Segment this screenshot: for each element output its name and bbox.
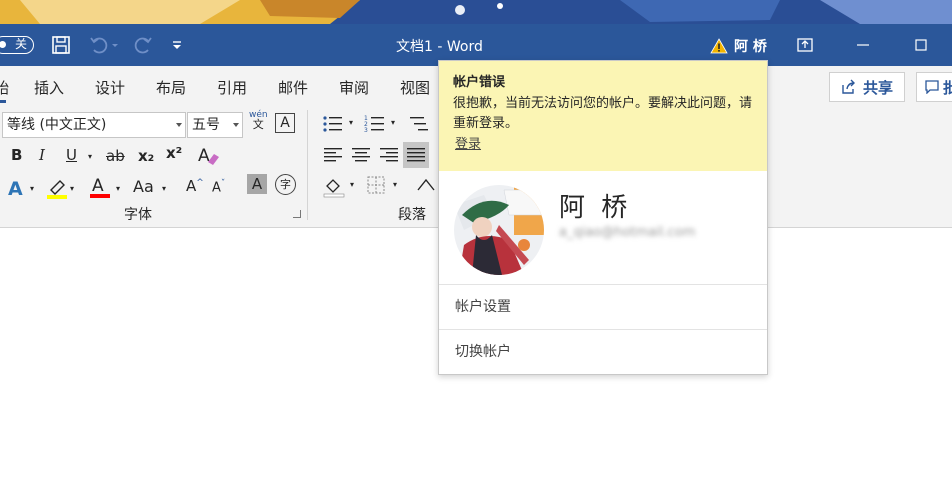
switch-account-item[interactable]: 切换帐户 xyxy=(439,330,767,375)
tab-view[interactable]: 视图 xyxy=(400,77,430,98)
comment-icon xyxy=(925,80,939,94)
phonetic-guide-bottom: 文 xyxy=(252,118,264,131)
subscript-button[interactable]: x₂ xyxy=(138,147,154,165)
chevron-down-icon xyxy=(176,123,182,127)
ribbon-display-icon[interactable] xyxy=(794,34,816,56)
avatar xyxy=(454,185,544,275)
grow-font-label: A xyxy=(186,177,197,195)
font-name-value: 等线 (中文正文) xyxy=(7,117,107,133)
tab-layout[interactable]: 布局 xyxy=(156,77,186,98)
svg-text:A: A xyxy=(198,146,210,166)
account-error-panel: 帐户错误 很抱歉，当前无法访问您的帐户。要解决此问题，请重新登录。 登录 xyxy=(439,61,767,171)
shading-icon[interactable] xyxy=(322,174,346,198)
grow-font-button[interactable]: A^ xyxy=(186,177,204,195)
group-divider xyxy=(307,110,308,220)
italic-button[interactable]: I xyxy=(39,146,45,164)
warning-icon xyxy=(710,38,728,54)
font-size-value: 五号 xyxy=(192,117,220,133)
chinese-layout-icon[interactable] xyxy=(416,174,436,194)
multilevel-list-icon[interactable] xyxy=(408,114,430,134)
bold-button[interactable]: B xyxy=(11,146,22,164)
chevron-down-icon[interactable]: ▾ xyxy=(391,118,395,127)
font-name-combobox[interactable]: 等线 (中文正文) xyxy=(2,112,186,138)
tab-home[interactable]: 始 xyxy=(0,77,9,98)
toggle-knob xyxy=(0,41,6,48)
justify-icon[interactable] xyxy=(405,145,427,165)
active-tab-indicator xyxy=(0,100,6,103)
align-center-icon[interactable] xyxy=(350,145,372,165)
tab-review[interactable]: 审阅 xyxy=(339,77,369,98)
undo-icon[interactable] xyxy=(88,34,110,56)
tab-design[interactable]: 设计 xyxy=(95,77,125,98)
minimize-icon[interactable] xyxy=(852,34,874,56)
title-bar-background-art xyxy=(0,0,952,24)
sign-in-link[interactable]: 登录 xyxy=(455,133,481,152)
share-icon xyxy=(842,79,855,94)
enclose-characters-button[interactable]: 字 xyxy=(275,174,296,195)
chevron-down-icon[interactable]: ▾ xyxy=(350,180,354,189)
tab-mailings[interactable]: 邮件 xyxy=(278,77,308,98)
share-label: 共享 xyxy=(862,78,893,97)
numbering-icon[interactable]: 1 2 3 xyxy=(364,114,386,134)
paragraph-group-label: 段落 xyxy=(398,207,426,223)
account-name: 阿 桥 xyxy=(734,39,767,55)
share-button[interactable]: 共享 xyxy=(829,72,905,102)
chevron-down-icon[interactable]: ▾ xyxy=(88,152,92,161)
clear-formatting-icon[interactable]: A xyxy=(197,144,221,166)
title-bar: 关 文档1 - Word 阿 桥 xyxy=(0,0,952,66)
account-button[interactable]: 阿 桥 xyxy=(710,36,767,56)
document-title: 文档1 - Word xyxy=(396,39,483,55)
character-shading-button[interactable]: A xyxy=(247,174,267,194)
customize-icon[interactable] xyxy=(170,34,184,56)
tab-insert[interactable]: 插入 xyxy=(34,77,64,98)
tab-references[interactable]: 引用 xyxy=(217,77,247,98)
font-color-icon[interactable]: A xyxy=(88,174,112,200)
text-effects-button[interactable]: A xyxy=(8,178,23,200)
chevron-down-icon[interactable]: ▾ xyxy=(393,180,397,189)
error-title: 帐户错误 xyxy=(453,75,506,90)
align-left-icon[interactable] xyxy=(322,145,344,165)
underline-button[interactable]: U xyxy=(66,146,77,164)
svg-text:A: A xyxy=(92,176,104,196)
shrink-font-button[interactable]: Aˇ xyxy=(212,179,225,195)
borders-icon[interactable] xyxy=(366,175,386,195)
profile-section: 阿 桥 a_qiao@hotmail.com xyxy=(439,171,767,285)
shrink-font-label: A xyxy=(212,180,221,196)
bullets-icon[interactable] xyxy=(322,114,344,134)
undo-dropdown-icon[interactable] xyxy=(110,34,120,56)
chevron-down-icon xyxy=(233,123,239,127)
phonetic-guide-button[interactable]: wén 文 xyxy=(249,110,268,130)
highlight-color-icon[interactable] xyxy=(45,176,69,200)
chevron-down-icon[interactable]: ▾ xyxy=(162,184,166,193)
autosave-label: 关 xyxy=(14,37,27,51)
align-right-icon[interactable] xyxy=(378,145,400,165)
font-size-combobox[interactable]: 五号 xyxy=(187,112,243,138)
font-group-label: 字体 xyxy=(124,207,152,223)
chevron-down-icon[interactable]: ▾ xyxy=(30,184,34,193)
comments-label: 批 xyxy=(943,78,952,97)
change-case-button[interactable]: Aa xyxy=(133,177,154,196)
comments-button[interactable]: 批 xyxy=(916,72,952,102)
maximize-icon[interactable] xyxy=(910,34,932,56)
chevron-down-icon[interactable]: ▾ xyxy=(116,184,120,193)
account-settings-item[interactable]: 帐户设置 xyxy=(439,285,767,330)
title-bar-row: 关 文档1 - Word 阿 桥 xyxy=(0,30,952,60)
account-popup: 帐户错误 很抱歉，当前无法访问您的帐户。要解决此问题，请重新登录。 登录 阿 桥… xyxy=(438,60,768,375)
profile-user-email: a_qiao@hotmail.com xyxy=(559,225,696,240)
chevron-down-icon[interactable]: ▾ xyxy=(349,118,353,127)
font-dialog-launcher-icon[interactable] xyxy=(293,210,301,218)
superscript-button[interactable]: x² xyxy=(166,144,182,162)
autosave-toggle[interactable]: 关 xyxy=(0,36,34,54)
strikethrough-button[interactable]: ab xyxy=(106,147,125,165)
profile-user-name: 阿 桥 xyxy=(559,193,632,223)
error-message: 很抱歉，当前无法访问您的帐户。要解决此问题，请重新登录。 xyxy=(453,96,753,131)
character-border-button[interactable]: A xyxy=(275,113,295,133)
redo-icon[interactable] xyxy=(132,34,154,56)
chevron-down-icon[interactable]: ▾ xyxy=(70,184,74,193)
save-icon[interactable] xyxy=(50,34,72,56)
svg-text:3: 3 xyxy=(364,127,368,134)
